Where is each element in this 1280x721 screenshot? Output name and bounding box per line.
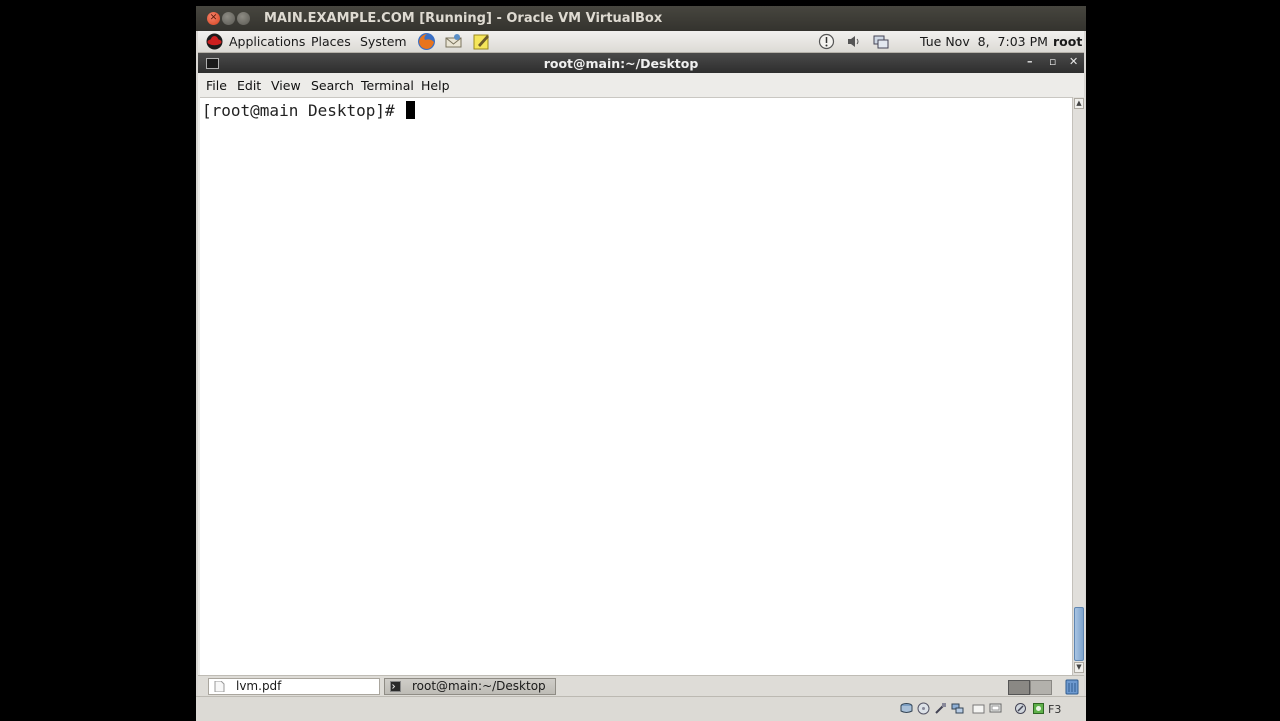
terminal-title: root@main:~/Desktop (543, 56, 699, 71)
taskbar-item-label: root@main:~/Desktop (412, 679, 546, 693)
volume-icon[interactable] (845, 33, 862, 50)
mail-icon[interactable] (444, 32, 463, 51)
network-icon[interactable] (872, 33, 889, 50)
mouse-integration-icon[interactable] (1014, 702, 1027, 715)
panel-clock[interactable]: Tue Nov 8, 7:03 PM (920, 34, 1048, 49)
close-icon[interactable]: ✕ (207, 12, 220, 25)
hard-disk-icon[interactable] (900, 702, 913, 715)
maximize-icon[interactable] (237, 12, 250, 25)
window-title: MAIN.EXAMPLE.COM [Running] - Oracle VM V… (264, 11, 663, 26)
firefox-icon[interactable] (417, 32, 436, 51)
close-icon[interactable]: ✕ (1069, 55, 1078, 68)
minimize-icon[interactable]: – (1027, 55, 1033, 68)
guest-taskbar: lvm.pdf root@main:~/Desktop (198, 675, 1084, 697)
taskbar-item-lvm-pdf[interactable]: lvm.pdf (208, 678, 380, 695)
usb-icon[interactable] (934, 702, 947, 715)
menu-view[interactable]: View (271, 78, 301, 93)
update-icon[interactable] (818, 33, 835, 50)
network-adapter-icon[interactable] (951, 702, 964, 715)
panel-user[interactable]: root (1053, 34, 1082, 49)
shell-prompt: [root@main Desktop]# (202, 101, 405, 120)
virtualbox-titlebar[interactable]: ✕ MAIN.EXAMPLE.COM [Running] - Oracle VM… (196, 6, 1086, 31)
virtualbox-window: ✕ MAIN.EXAMPLE.COM [Running] - Oracle VM… (196, 6, 1086, 721)
capture-icon[interactable] (1032, 702, 1045, 715)
terminal-output[interactable]: [root@main Desktop]# (200, 97, 1072, 676)
workspace-1[interactable] (1008, 680, 1030, 695)
virtualbox-statusbar: F3 (196, 696, 1086, 721)
optical-drive-icon[interactable] (917, 702, 930, 715)
minimize-icon[interactable] (222, 12, 235, 25)
text-cursor (406, 101, 416, 119)
menu-places[interactable]: Places (311, 34, 351, 49)
prompt-line: [root@main Desktop]# (202, 101, 416, 120)
terminal-icon (390, 681, 401, 692)
terminal-titlebar[interactable]: root@main:~/Desktop – ▫ ✕ (198, 53, 1084, 73)
host-key-label: F3 (1048, 703, 1062, 716)
gnome-top-panel: Applications Places System Tue Nov 8, 7:… (198, 31, 1084, 53)
display-icon[interactable] (989, 702, 1002, 715)
maximize-icon[interactable]: ▫ (1049, 55, 1056, 68)
menu-system[interactable]: System (360, 34, 407, 49)
terminal-menubar: File Edit View Search Terminal Help (198, 73, 1084, 97)
scroll-thumb[interactable] (1074, 607, 1084, 661)
document-icon (214, 681, 225, 692)
menu-help[interactable]: Help (421, 78, 450, 93)
menu-terminal[interactable]: Terminal (361, 78, 414, 93)
scroll-up-icon[interactable]: ▲ (1074, 98, 1084, 109)
menu-applications[interactable]: Applications (229, 34, 305, 49)
menu-edit[interactable]: Edit (237, 78, 261, 93)
terminal-window: root@main:~/Desktop – ▫ ✕ File Edit View… (198, 53, 1085, 676)
trash-icon[interactable] (1064, 678, 1080, 695)
scroll-down-icon[interactable]: ▼ (1074, 662, 1084, 673)
shared-folder-icon[interactable] (972, 702, 985, 715)
redhat-logo-icon[interactable] (206, 33, 223, 50)
taskbar-item-terminal[interactable]: root@main:~/Desktop (384, 678, 556, 695)
taskbar-item-label: lvm.pdf (236, 679, 282, 693)
menu-file[interactable]: File (206, 78, 227, 93)
terminal-scrollbar[interactable]: ▲ ▼ (1072, 97, 1085, 675)
notes-icon[interactable] (472, 32, 491, 51)
workspace-2[interactable] (1030, 680, 1052, 695)
menu-search[interactable]: Search (311, 78, 354, 93)
